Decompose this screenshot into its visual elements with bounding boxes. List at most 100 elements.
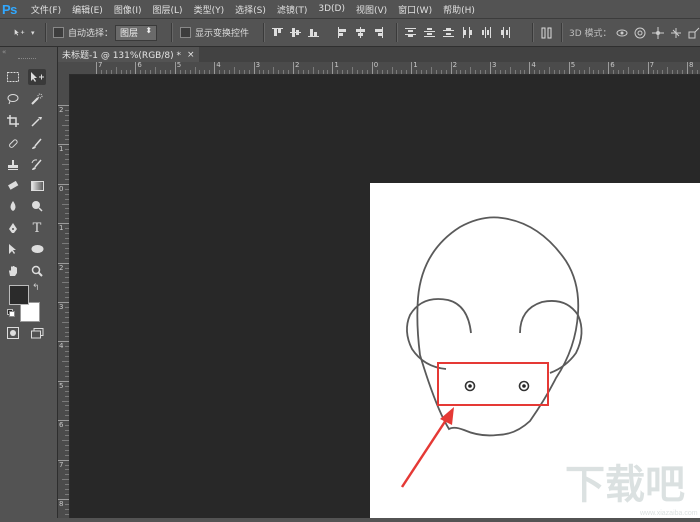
close-tab-icon[interactable]: × xyxy=(187,50,195,60)
align-hcenter-icon[interactable] xyxy=(355,27,366,38)
auto-align-layers[interactable] xyxy=(541,19,553,46)
menu-3d[interactable]: 3D(D) xyxy=(318,4,345,14)
menu-window[interactable]: 窗口(W) xyxy=(398,3,432,16)
crop-tool-icon[interactable] xyxy=(4,113,22,129)
ruler-minor-tick xyxy=(65,134,69,136)
collapse-panel-icon[interactable]: « xyxy=(2,48,6,56)
menu-image[interactable]: 图像(I) xyxy=(114,3,142,16)
type-tool-icon[interactable]: T xyxy=(28,220,46,236)
dodge-tool-icon[interactable] xyxy=(28,198,46,214)
zoom-tool-icon[interactable] xyxy=(28,263,46,279)
ruler-minor-tick xyxy=(337,70,339,74)
ruler-minor-tick xyxy=(593,70,595,74)
ruler-minor-tick xyxy=(445,70,447,74)
ruler-minor-tick xyxy=(494,70,496,74)
swap-colors-icon[interactable]: ↰ xyxy=(32,283,40,293)
ruler-minor-tick xyxy=(233,67,235,74)
path-selection-tool-icon[interactable] xyxy=(4,241,22,257)
ruler-minor-tick xyxy=(455,70,457,74)
screen-mode-icon[interactable] xyxy=(28,325,46,341)
foreground-color-swatch[interactable] xyxy=(9,285,29,305)
ruler-minor-tick xyxy=(65,395,69,397)
menu-help[interactable]: 帮助(H) xyxy=(443,3,475,16)
ruler-minor-tick xyxy=(317,70,319,74)
clone-stamp-tool-icon[interactable] xyxy=(4,157,22,173)
blur-tool-icon[interactable] xyxy=(4,198,22,214)
ruler-label: 3 xyxy=(59,303,64,311)
ruler-minor-tick xyxy=(65,370,69,372)
align-left-icon[interactable] xyxy=(337,27,348,38)
menu-layer[interactable]: 图层(L) xyxy=(153,3,183,16)
align-vcenter-icon[interactable] xyxy=(290,27,301,38)
move-tool-preset[interactable]: ▾ xyxy=(14,19,35,46)
ruler-minor-tick xyxy=(65,316,69,318)
ruler-minor-tick xyxy=(588,67,590,74)
ruler-minor-tick xyxy=(558,70,560,74)
ruler-minor-tick xyxy=(65,454,69,456)
distribute-hcenter-icon[interactable] xyxy=(481,27,492,38)
ruler-minor-tick xyxy=(499,70,501,74)
ruler-minor-tick xyxy=(425,70,427,74)
pen-tool-icon[interactable] xyxy=(4,220,22,236)
healing-brush-tool-icon[interactable] xyxy=(4,136,22,152)
panel-grip[interactable] xyxy=(18,58,36,60)
vertical-ruler[interactable]: 2 1 0 1 2 3 4 5 6 7 8 xyxy=(58,74,70,518)
ruler-minor-tick xyxy=(622,70,624,74)
menu-filter[interactable]: 滤镜(T) xyxy=(277,3,308,16)
ruler-minor-tick xyxy=(65,154,69,156)
horizontal-ruler[interactable]: 7 6 5 4 3 2 1 0 1 2 3 4 5 6 7 8 xyxy=(69,62,700,75)
ruler-minor-tick xyxy=(578,70,580,74)
menu-type[interactable]: 类型(Y) xyxy=(194,3,225,16)
distribute-right-icon[interactable] xyxy=(500,27,511,38)
auto-select-dropdown[interactable]: 图层 ⬍ xyxy=(115,24,158,41)
ruler-minor-tick xyxy=(243,70,245,74)
history-brush-tool-icon[interactable] xyxy=(28,157,46,173)
ruler-minor-tick xyxy=(544,70,546,74)
ellipse-tool-icon[interactable] xyxy=(28,241,46,257)
default-colors-icon[interactable] xyxy=(7,309,15,317)
eraser-tool-icon[interactable] xyxy=(4,178,22,194)
ruler-minor-tick xyxy=(263,70,265,74)
show-transform-group: 显示变换控件 xyxy=(180,19,249,46)
ruler-minor-tick xyxy=(435,70,437,74)
hand-tool-icon[interactable] xyxy=(4,263,22,279)
align-right-icon[interactable] xyxy=(373,27,384,38)
3d-slide-icon[interactable] xyxy=(670,27,682,39)
ruler-minor-tick xyxy=(62,203,69,205)
menu-edit[interactable]: 编辑(E) xyxy=(72,3,103,16)
ruler-major-tick xyxy=(529,62,531,74)
quick-selection-tool-icon[interactable] xyxy=(28,91,46,107)
distribute-vcenter-icon[interactable] xyxy=(424,27,435,38)
gradient-tool-icon[interactable] xyxy=(28,178,46,194)
auto-select-checkbox[interactable] xyxy=(53,27,64,38)
distribute-bottom-icon[interactable] xyxy=(443,27,454,38)
menu-file[interactable]: 文件(F) xyxy=(31,3,61,16)
3d-scale-icon[interactable] xyxy=(688,27,700,39)
3d-pan-icon[interactable] xyxy=(652,26,664,39)
background-color-swatch[interactable] xyxy=(20,302,40,322)
menu-select[interactable]: 选择(S) xyxy=(235,3,266,16)
distribute-top-icon[interactable] xyxy=(405,27,416,38)
brush-tool-icon[interactable] xyxy=(28,136,46,152)
ruler-minor-tick xyxy=(430,67,432,74)
move-tool-icon[interactable] xyxy=(28,69,46,85)
3d-orbit-icon[interactable] xyxy=(616,27,628,39)
quick-mask-icon[interactable] xyxy=(4,325,22,341)
ruler-minor-tick xyxy=(65,444,69,446)
ruler-minor-tick xyxy=(100,70,102,74)
align-top-icon[interactable] xyxy=(272,27,283,38)
marquee-tool-icon[interactable] xyxy=(4,69,22,85)
align-bottom-icon[interactable] xyxy=(308,27,319,38)
ruler-minor-tick xyxy=(485,70,487,74)
lasso-tool-icon[interactable] xyxy=(4,91,22,107)
eyedropper-tool-icon[interactable] xyxy=(28,113,46,129)
show-transform-checkbox[interactable] xyxy=(180,27,191,38)
menu-view[interactable]: 视图(V) xyxy=(356,3,387,16)
document-tab[interactable]: 未标题-1 @ 131%(RGB/8) * × xyxy=(58,47,199,62)
ruler-label: 4 xyxy=(531,62,536,69)
ruler-minor-tick xyxy=(657,70,659,74)
ruler-minor-tick xyxy=(65,139,69,141)
distribute-left-icon[interactable] xyxy=(462,27,473,38)
3d-roll-icon[interactable] xyxy=(634,27,646,39)
ruler-label: 8 xyxy=(59,500,64,508)
